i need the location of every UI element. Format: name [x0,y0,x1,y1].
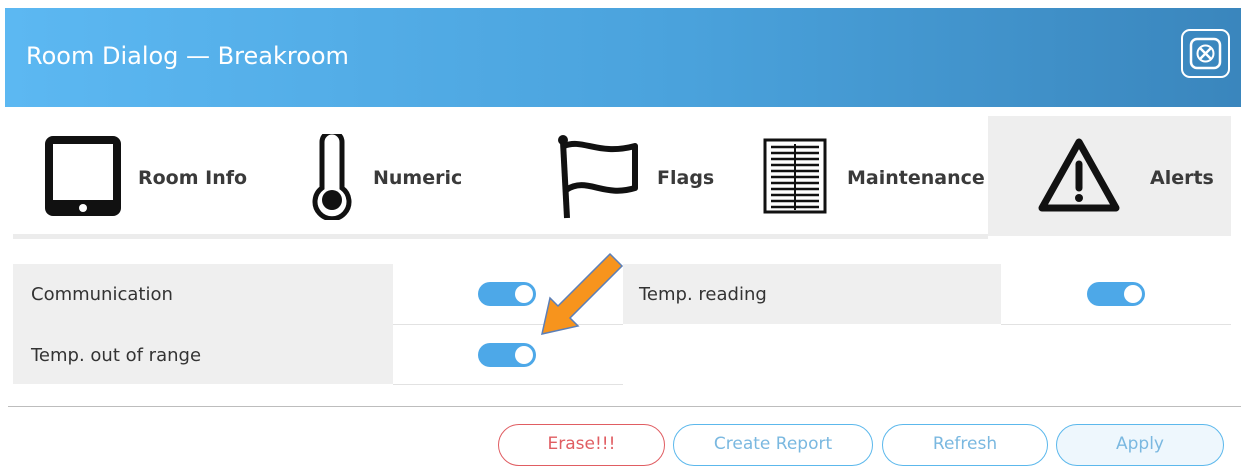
tabbar-underline [13,234,988,239]
tablet-icon [45,136,121,216]
close-button[interactable] [1181,29,1230,78]
tab-alerts-label: Alerts [1150,167,1214,189]
thermometer-icon [312,134,352,220]
row-separator [1001,324,1231,325]
tab-maintenance-label: Maintenance [847,167,985,189]
tab-numeric[interactable]: Numeric [290,116,510,234]
dialog-title: Room Dialog — Breakroom [26,42,349,70]
alert-label-temp-out-of-range: Temp. out of range [31,345,202,366]
alert-label-communication: Communication [31,284,173,305]
tab-flags-label: Flags [657,167,715,189]
refresh-button[interactable]: Refresh [882,424,1048,466]
tab-flags[interactable]: Flags [545,116,745,234]
tab-room-info[interactable]: Room Info [13,116,263,234]
toggle-communication[interactable] [478,282,536,306]
tab-maintenance[interactable]: Maintenance [757,116,987,234]
toggle-knob [1124,285,1142,303]
create-report-button[interactable]: Create Report [673,424,873,466]
tab-alerts[interactable]: Alerts [988,116,1231,236]
warning-triangle-icon [1038,138,1120,212]
alert-label-temp-reading: Temp. reading [639,284,767,305]
erase-button[interactable]: Erase!!! [498,424,665,466]
flag-icon [558,135,638,219]
toggle-temp-reading[interactable] [1087,282,1145,306]
apply-button[interactable]: Apply [1056,424,1224,466]
dialog-titlebar: Room Dialog — Breakroom [5,8,1241,107]
toggle-knob [515,346,533,364]
footer-divider [8,406,1241,407]
tab-numeric-label: Numeric [373,167,463,189]
list-document-icon [763,138,827,214]
toggle-temp-out-of-range[interactable] [478,343,536,367]
tab-room-info-label: Room Info [138,167,248,189]
annotation-arrow-icon [541,252,624,335]
toggle-knob [515,285,533,303]
row-separator [393,384,623,385]
close-x-icon [1189,37,1222,70]
